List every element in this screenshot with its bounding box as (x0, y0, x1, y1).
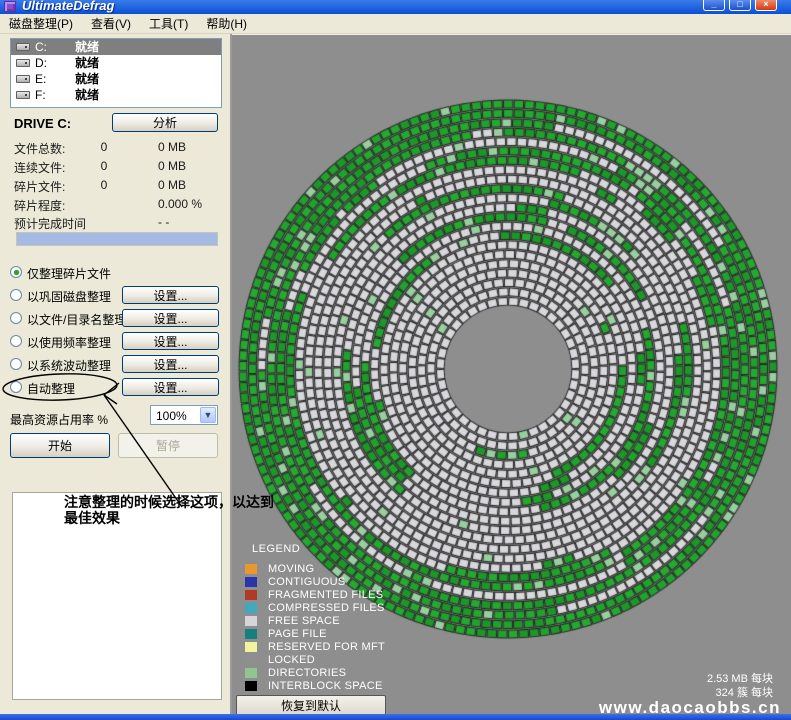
drive-row-f[interactable]: F: 就绪 (11, 87, 221, 103)
minimize-button[interactable]: _ (703, 0, 725, 11)
disk-view: LEGEND MOVING CONTIGUOUS FRAGMENTED FILE… (232, 34, 791, 720)
window-title: UltimateDefrag (22, 0, 114, 13)
stat-estimated-time: 预计完成时间 - - (0, 215, 232, 231)
contiguous-swatch-icon (245, 577, 257, 587)
reserved-mft-swatch-icon (245, 642, 257, 652)
close-button[interactable]: × (755, 0, 777, 11)
moving-swatch-icon (245, 564, 257, 574)
stat-total-files: 文件总数: 0 0 MB (0, 140, 232, 156)
start-button[interactable]: 开始 (10, 433, 110, 458)
radio-icon[interactable] (10, 312, 22, 324)
fragmented-swatch-icon (245, 590, 257, 600)
stat-fragmented-files: 碎片文件: 0 0 MB (0, 178, 232, 194)
drive-status: 就绪 (75, 71, 99, 87)
control-panel: C: 就绪 D: 就绪 E: 就绪 F: 就绪 DRIVE C: 分析 文件总数… (0, 34, 232, 720)
drive-row-d[interactable]: D: 就绪 (11, 55, 221, 71)
radio-icon[interactable] (10, 358, 22, 370)
compressed-swatch-icon (245, 603, 257, 613)
radio-icon[interactable] (10, 289, 22, 301)
selected-drive-label: DRIVE C: (14, 116, 71, 131)
drive-row-e[interactable]: E: 就绪 (11, 71, 221, 87)
drive-icon (16, 75, 30, 83)
stat-fragmentation-level: 碎片程度: 0.000 % (0, 197, 232, 213)
window-bottom-border (0, 714, 791, 720)
drive-icon (16, 43, 30, 51)
menu-help[interactable]: 帮助(H) (197, 13, 256, 34)
radio-icon[interactable] (10, 335, 22, 347)
drive-status: 就绪 (75, 39, 99, 55)
settings-button-consolidate[interactable]: 设置... (122, 286, 219, 304)
menu-bar: 磁盘整理(P) 查看(V) 工具(T) 帮助(H) (0, 14, 791, 34)
progress-bar (16, 232, 218, 246)
legend-title: LEGEND (252, 543, 300, 555)
menu-view[interactable]: 查看(V) (82, 13, 140, 34)
drive-icon (16, 91, 30, 99)
chevron-down-icon[interactable]: ▼ (200, 407, 216, 423)
settings-button-usage[interactable]: 设置... (122, 332, 219, 350)
stat-contiguous-files: 连续文件: 0 0 MB (0, 159, 232, 175)
drive-status: 就绪 (75, 55, 99, 71)
page-file-swatch-icon (245, 629, 257, 639)
drive-icon (16, 59, 30, 67)
log-panel (12, 492, 222, 700)
free-space-swatch-icon (245, 616, 257, 626)
locked-swatch-icon (245, 655, 257, 665)
drive-status: 就绪 (75, 87, 99, 103)
analyze-button[interactable]: 分析 (112, 113, 218, 132)
maximize-button[interactable]: □ (729, 0, 751, 11)
interblock-swatch-icon (245, 681, 257, 691)
settings-button-volatility[interactable]: 设置... (122, 355, 219, 373)
pause-button: 暂停 (118, 433, 218, 458)
settings-button-auto[interactable]: 设置... (122, 378, 219, 396)
radio-icon[interactable] (10, 266, 22, 278)
menu-tools[interactable]: 工具(T) (140, 13, 197, 34)
drive-row-c[interactable]: C: 就绪 (11, 39, 221, 55)
app-icon (4, 1, 16, 12)
radio-icon[interactable] (10, 381, 22, 393)
drive-list: C: 就绪 D: 就绪 E: 就绪 F: 就绪 (10, 38, 222, 108)
resource-usage-label: 最高资源占用率 % (10, 411, 108, 428)
option-defrag-fragmented-only[interactable]: 仅整理碎片文件 (0, 265, 232, 281)
menu-defrag[interactable]: 磁盘整理(P) (0, 13, 82, 34)
title-bar: UltimateDefrag _ □ × (0, 0, 791, 14)
resource-usage-select[interactable]: 100% ▼ (150, 405, 218, 425)
directories-swatch-icon (245, 668, 257, 678)
restore-defaults-button[interactable]: 恢复到默认 (236, 695, 386, 716)
settings-button-filename[interactable]: 设置... (122, 309, 219, 327)
